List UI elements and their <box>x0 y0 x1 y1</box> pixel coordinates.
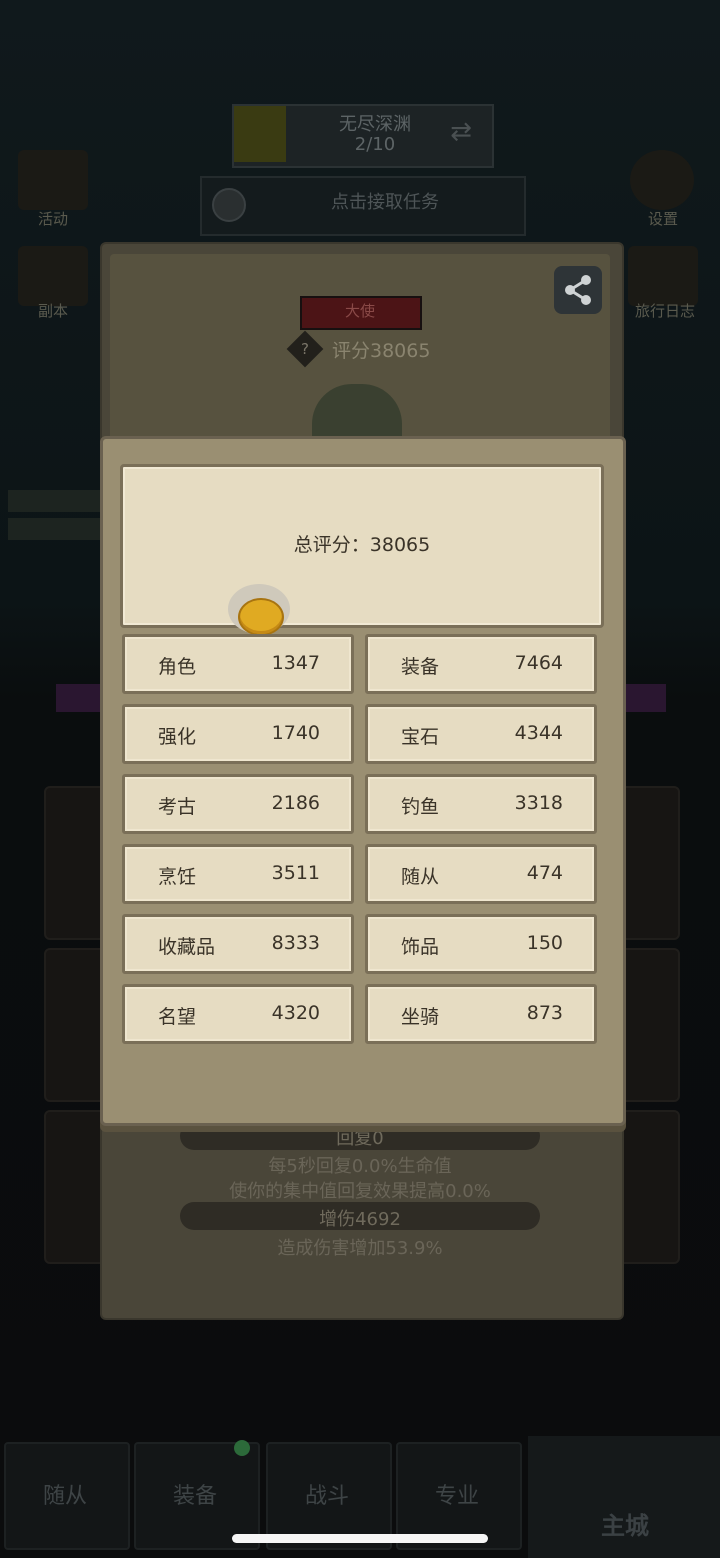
recover-desc-2: 使你的集中值回复效果提高0.0% <box>229 1181 491 1202</box>
score-value: 7464 <box>514 652 563 674</box>
score-label: 强化 <box>158 726 197 748</box>
score-label: 坐骑 <box>401 1006 440 1028</box>
damage-pill-text: 增伤4692 <box>319 1209 401 1230</box>
score-value: 3318 <box>514 792 563 814</box>
gear-icon[interactable] <box>630 150 694 210</box>
score-value: 873 <box>526 1002 563 1024</box>
score-value: 3511 <box>271 862 320 884</box>
score-label: 随从 <box>401 866 440 888</box>
score-label: 装备 <box>401 656 440 678</box>
score-label: 宝石 <box>401 726 440 748</box>
quest-icon <box>212 188 246 222</box>
quest-text: 点击接取任务 <box>331 192 439 213</box>
score-value: 8333 <box>271 932 320 954</box>
notification-dot <box>234 1440 250 1456</box>
player-score: 评分38065 <box>332 340 431 362</box>
score-label: 名望 <box>158 1006 197 1028</box>
swap-icon[interactable]: ⇄ <box>444 118 478 146</box>
score-label: 收藏品 <box>158 936 216 958</box>
question-icon-mark: ? <box>301 340 309 358</box>
title-badge-text: 大使 <box>344 302 375 320</box>
dungeon-icon[interactable] <box>18 246 88 306</box>
settings-label: 设置 <box>647 210 678 228</box>
score-label: 烹饪 <box>158 866 197 888</box>
score-value: 150 <box>526 932 563 954</box>
nav-battle-label: 战斗 <box>304 1484 349 1509</box>
stage-title: 无尽深渊 <box>339 114 411 135</box>
travel-log-icon[interactable] <box>628 246 698 306</box>
buff-bar <box>8 490 100 512</box>
buff-bar <box>8 518 100 540</box>
stage-progress: 2/10 <box>354 134 396 155</box>
recover-desc-1: 每5秒回复0.0%生命值 <box>268 1156 452 1177</box>
dungeon-label: 副本 <box>37 302 68 320</box>
score-value: 2186 <box>271 792 320 814</box>
home-indicator[interactable] <box>232 1534 488 1543</box>
score-label: 考古 <box>158 796 197 818</box>
nav-home-label: 主城 <box>601 1512 649 1540</box>
score-label: 饰品 <box>401 936 440 958</box>
score-value: 1740 <box>271 722 320 744</box>
score-value: 474 <box>526 862 563 884</box>
activity-label: 活动 <box>37 210 68 228</box>
coin-icon <box>238 598 284 636</box>
share-button[interactable] <box>554 266 602 314</box>
travel-log-label: 旅行日志 <box>634 302 695 320</box>
share-icon <box>565 275 591 305</box>
nav-followers-label: 随从 <box>42 1484 87 1509</box>
nav-profession-label: 专业 <box>434 1484 479 1509</box>
damage-desc: 造成伤害增加53.9% <box>277 1238 443 1259</box>
score-value: 4344 <box>514 722 563 744</box>
score-label: 角色 <box>158 656 197 678</box>
stage-thumbnail <box>234 106 286 162</box>
score-value: 1347 <box>271 652 320 674</box>
score-value: 4320 <box>271 1002 320 1024</box>
recover-pill-text: 回复0 <box>336 1128 384 1149</box>
score-label: 钓鱼 <box>401 796 440 818</box>
total-score-text: 总评分：38065 <box>293 534 431 556</box>
nav-equipment-label: 装备 <box>172 1484 217 1509</box>
activity-icon[interactable] <box>18 150 88 210</box>
